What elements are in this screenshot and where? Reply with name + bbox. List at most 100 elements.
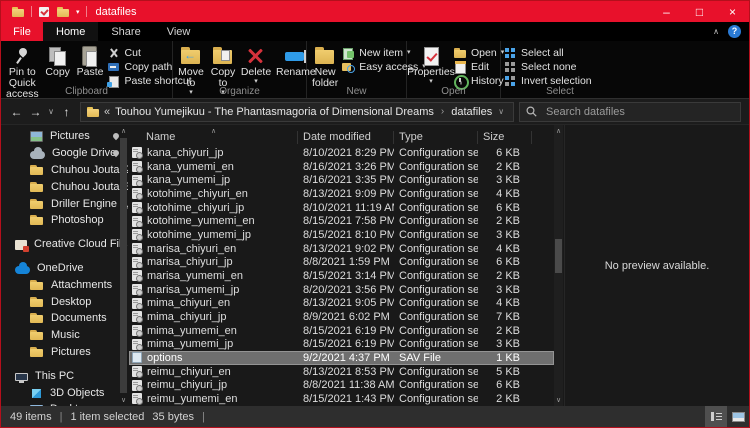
sidebar-item[interactable]: Chuhou Joutai 2 ~ P xyxy=(1,162,128,179)
address-bar[interactable]: « Touhou Yumejikuu - The Phantasmagoria … xyxy=(80,102,514,122)
file-row[interactable]: mima_chiyuri_jp 8/9/2021 6:02 PM Configu… xyxy=(129,310,554,324)
file-row[interactable]: reimu_chiyuri_jp 8/8/2021 11:38 AM Confi… xyxy=(129,378,554,392)
sidebar-item[interactable]: Creative Cloud Files xyxy=(1,236,128,253)
file-row[interactable]: kotohime_yumemi_en 8/15/2021 7:58 PM Con… xyxy=(129,214,554,228)
file-icon xyxy=(132,298,142,309)
sidebar-item[interactable]: OneDrive xyxy=(1,260,128,277)
recent-locations-icon[interactable]: ∨ xyxy=(45,107,57,116)
sidebar-item[interactable]: Driller Engine 1, 2, an xyxy=(1,195,128,212)
quick-access-customize-icon[interactable]: ▾ xyxy=(76,8,80,16)
status-separator: | xyxy=(202,411,205,423)
copy-button[interactable]: Copy xyxy=(42,44,74,79)
file-row[interactable]: mima_yumemi_en 8/15/2021 6:19 PM Configu… xyxy=(129,324,554,338)
scrollbar-thumb[interactable] xyxy=(555,239,562,273)
forward-button[interactable]: → xyxy=(26,105,45,119)
maximize-button[interactable]: □ xyxy=(683,1,716,22)
delete-button[interactable]: Delete ▾ xyxy=(239,44,273,86)
refresh-icon[interactable]: ↻ xyxy=(510,105,514,118)
quick-access-newfolder-icon[interactable] xyxy=(57,7,69,17)
select-all-button[interactable]: Select all xyxy=(503,46,592,59)
collapse-ribbon-icon[interactable]: ∧ xyxy=(713,27,719,36)
sidebar-item[interactable]: Music xyxy=(1,327,128,344)
file-row[interactable]: mima_chiyuri_en 8/13/2021 9:05 PM Config… xyxy=(129,296,554,310)
sidebar-item[interactable]: Pictures xyxy=(1,344,128,361)
file-date-modified: 8/13/2021 9:02 PM xyxy=(298,243,394,255)
file-row[interactable]: marisa_yumemi_en 8/15/2021 3:14 PM Confi… xyxy=(129,269,554,283)
file-type: SAV File xyxy=(394,352,478,364)
group-label-open: Open xyxy=(407,86,500,97)
file-row[interactable]: marisa_chiyuri_jp 8/8/2021 1:59 PM Confi… xyxy=(129,255,554,269)
file-row[interactable]: marisa_chiyuri_en 8/13/2021 9:02 PM Conf… xyxy=(129,242,554,256)
file-row[interactable]: kotohime_chiyuri_en 8/13/2021 9:09 PM Co… xyxy=(129,187,554,201)
close-button[interactable]: × xyxy=(716,1,749,22)
file-name: marisa_yumemi_en xyxy=(147,270,243,282)
sidebar-item[interactable]: Google Drive xyxy=(1,145,128,162)
file-row[interactable]: mima_yumemi_jp 8/15/2021 6:19 PM Configu… xyxy=(129,337,554,351)
breadcrumb-current[interactable]: datafiles xyxy=(451,106,492,118)
edit-button[interactable]: Edit xyxy=(453,60,504,73)
file-row[interactable]: reimu_yumemi_en 8/15/2021 1:43 PM Config… xyxy=(129,392,554,406)
back-button[interactable]: ← xyxy=(7,105,26,119)
file-row[interactable]: reimu_chiyuri_en 8/13/2021 8:53 PM Confi… xyxy=(129,365,554,379)
sidebar-item[interactable]: Attachments xyxy=(1,276,128,293)
file-row[interactable]: kana_yumemi_jp 8/16/2021 3:35 PM Configu… xyxy=(129,173,554,187)
up-button[interactable]: ↑ xyxy=(57,105,76,119)
file-name: reimu_chiyuri_jp xyxy=(147,379,227,391)
file-row[interactable]: kana_chiyuri_jp 8/10/2021 8:29 PM Config… xyxy=(129,146,554,160)
quick-access-properties-icon[interactable] xyxy=(39,7,49,17)
tab-share[interactable]: Share xyxy=(98,22,153,41)
scroll-up-icon[interactable]: ∧ xyxy=(554,127,563,135)
file-date-modified: 8/13/2021 9:09 PM xyxy=(298,188,394,200)
search-box[interactable] xyxy=(519,102,741,122)
sidebar-item-icon xyxy=(30,181,44,193)
group-label-new: New xyxy=(307,86,406,97)
column-header-size[interactable]: Size xyxy=(478,131,532,144)
file-row[interactable]: options 9/2/2021 4:37 PM SAV File 1 KB xyxy=(129,351,554,365)
sidebar-item[interactable]: Chuhou Joutai 3 xyxy=(1,178,128,195)
minimize-button[interactable]: – xyxy=(650,1,683,22)
sidebar-item-icon xyxy=(30,151,45,159)
file-icon xyxy=(132,339,142,350)
file-row[interactable]: kana_yumemi_en 8/16/2021 3:26 PM Configu… xyxy=(129,160,554,174)
file-row[interactable]: kotohime_yumemi_jp 8/15/2021 8:10 PM Con… xyxy=(129,228,554,242)
file-type: Configuration sett... xyxy=(394,366,478,378)
tab-home[interactable]: Home xyxy=(43,22,98,41)
tab-file[interactable]: File xyxy=(1,22,43,41)
sidebar-item[interactable]: This PC xyxy=(1,367,128,384)
sidebar-item[interactable]: Photoshop xyxy=(1,212,128,229)
sidebar-item[interactable]: Desktop xyxy=(1,293,128,310)
file-row[interactable]: marisa_yumemi_jp 8/20/2021 3:56 PM Confi… xyxy=(129,283,554,297)
sidebar-item[interactable]: 3D Objects xyxy=(1,384,128,401)
tab-view[interactable]: View xyxy=(154,22,204,41)
details-view-button[interactable] xyxy=(705,406,727,427)
new-folder-button[interactable]: New folder xyxy=(309,44,341,90)
file-name: kotohime_chiyuri_jp xyxy=(147,202,244,214)
breadcrumb-overflow-icon[interactable]: « xyxy=(104,106,110,118)
file-row[interactable]: kotohime_chiyuri_jp 8/10/2021 11:19 AM C… xyxy=(129,201,554,215)
properties-button[interactable]: Properties ▾ xyxy=(409,44,453,86)
file-name: kotohime_chiyuri_en xyxy=(147,188,248,200)
column-header-type[interactable]: Type xyxy=(394,131,478,144)
scrollbar-thumb[interactable] xyxy=(120,138,127,393)
search-input[interactable] xyxy=(544,105,734,119)
open-button[interactable]: Open ▾ xyxy=(453,46,504,59)
scroll-down-icon[interactable]: ∨ xyxy=(554,396,563,404)
breadcrumb-root[interactable]: Touhou Yumejikuu - The Phantasmagoria of… xyxy=(115,106,434,118)
help-icon[interactable]: ? xyxy=(728,25,741,38)
sidebar-item[interactable]: Pictures xyxy=(1,128,128,145)
column-header-date-modified[interactable]: Date modified xyxy=(298,131,394,144)
history-icon xyxy=(453,75,467,87)
file-size: 2 KB xyxy=(478,270,532,282)
file-list-scrollbar[interactable]: ∧ ∨ xyxy=(554,125,563,406)
select-none-button[interactable]: Select none xyxy=(503,60,592,73)
address-dropdown-icon[interactable]: ∨ xyxy=(492,107,510,116)
scroll-down-icon[interactable]: ∨ xyxy=(119,396,128,404)
ribbon: Pin to Quick access Copy Paste Cut Copy … xyxy=(1,41,749,98)
paste-button[interactable]: Paste xyxy=(74,44,107,79)
file-type: Configuration sett... xyxy=(394,215,478,227)
thumbnails-view-button[interactable] xyxy=(727,406,749,427)
sidebar-item[interactable]: Documents xyxy=(1,310,128,327)
scroll-up-icon[interactable]: ∧ xyxy=(119,127,128,135)
window-title: datafiles xyxy=(96,6,137,18)
sidebar-scrollbar[interactable]: ∧ ∨ xyxy=(119,125,128,406)
